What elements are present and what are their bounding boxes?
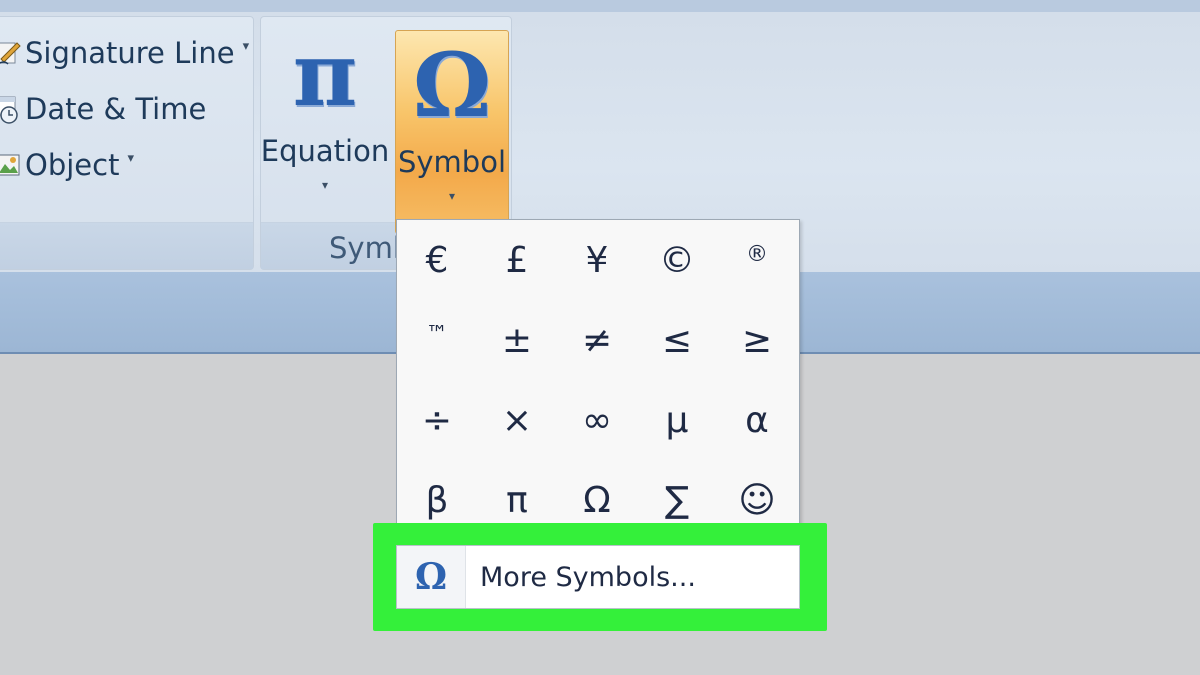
symbol-cell-pound[interactable]: £	[477, 220, 557, 300]
symbol-grid: € £ ¥ © ® ™ ± ≠ ≤ ≥ ÷ × ∞ µ α β π Ω ∑ ☺	[397, 220, 799, 540]
symbol-cell-registered[interactable]: ®	[717, 220, 797, 300]
equation-button[interactable]: π Equation ▾	[261, 20, 389, 216]
signature-line-label: Signature Line	[25, 36, 235, 70]
chevron-down-icon: ▾	[127, 150, 134, 166]
symbol-cell-yen[interactable]: ¥	[557, 220, 637, 300]
omega-icon: Ω	[414, 556, 448, 598]
chevron-down-icon: ▾	[321, 178, 329, 192]
signature-line-button[interactable]: Signature Line ▾	[0, 29, 249, 77]
omega-icon: Ω	[412, 33, 492, 137]
chevron-down-icon: ▾	[448, 189, 456, 203]
symbol-cell-plus-minus[interactable]: ±	[477, 300, 557, 380]
more-symbols-icon-cell: Ω	[397, 546, 466, 608]
symbol-cell-micro[interactable]: µ	[637, 380, 717, 460]
more-symbols-button[interactable]: Ω More Symbols...	[396, 545, 800, 609]
more-symbols-label: More Symbols...	[480, 561, 696, 593]
date-time-icon	[0, 93, 23, 125]
object-label: Object	[25, 148, 120, 182]
symbol-cell-multiply[interactable]: ×	[477, 380, 557, 460]
text-group-footer	[0, 222, 253, 269]
symbol-cell-infinity[interactable]: ∞	[557, 380, 637, 460]
equation-label: Equation	[260, 134, 390, 168]
symbol-cell-euro[interactable]: €	[397, 220, 477, 300]
symbol-cell-not-equal[interactable]: ≠	[557, 300, 637, 380]
pi-icon: π	[292, 22, 358, 126]
symbol-cell-trademark[interactable]: ™	[397, 300, 477, 380]
chevron-down-icon: ▾	[242, 38, 250, 54]
object-button[interactable]: Object ▾	[0, 141, 134, 189]
symbol-cell-alpha[interactable]: α	[717, 380, 797, 460]
symbol-button[interactable]: Ω Symbol ▾	[395, 30, 509, 234]
signature-line-icon	[0, 37, 23, 69]
symbol-cell-less-equal[interactable]: ≤	[637, 300, 717, 380]
date-time-label: Date & Time	[25, 92, 207, 126]
symbol-label: Symbol	[397, 145, 507, 179]
symbol-cell-greater-equal[interactable]: ≥	[717, 300, 797, 380]
text-group: Signature Line ▾ Date & Time Object ▾	[0, 16, 254, 270]
date-time-button[interactable]: Date & Time	[0, 85, 206, 133]
title-bar-strip	[0, 0, 1200, 12]
symbol-cell-copyright[interactable]: ©	[637, 220, 717, 300]
object-icon	[0, 149, 23, 181]
symbol-cell-divide[interactable]: ÷	[397, 380, 477, 460]
